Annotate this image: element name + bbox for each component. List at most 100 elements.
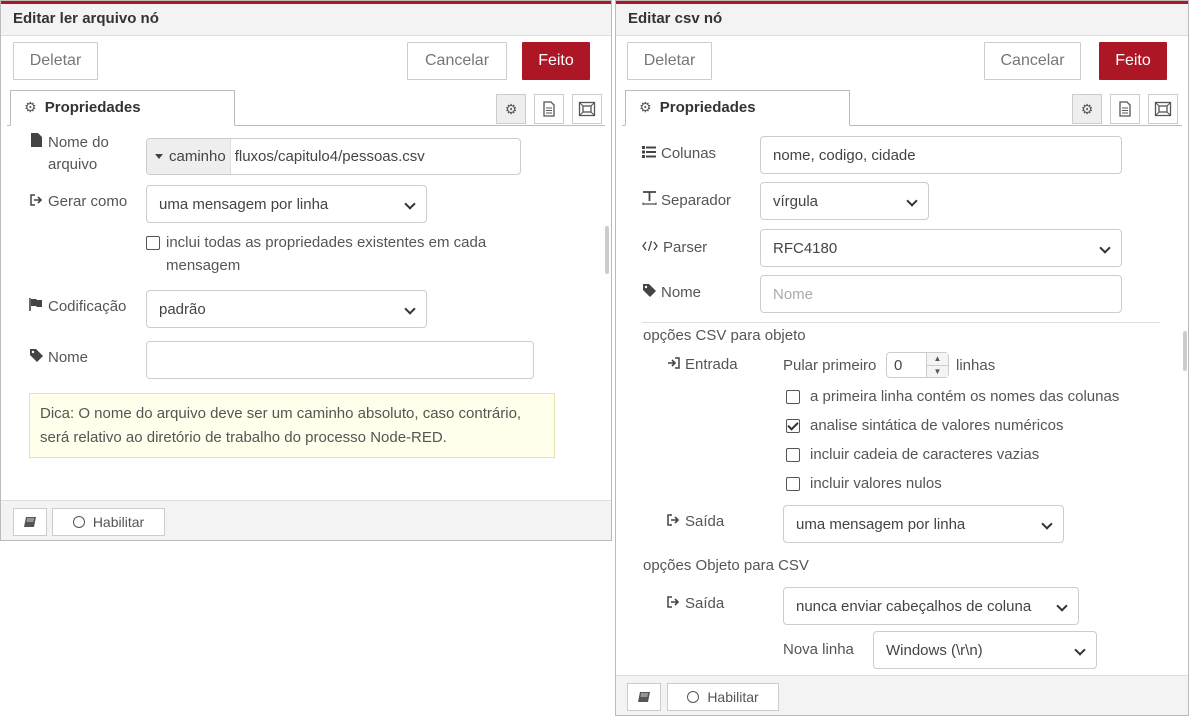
output2-select[interactable]: nunca enviar cabeçalhos de coluna (783, 587, 1079, 625)
circle-icon (72, 516, 85, 528)
lines-label: linhas (956, 357, 996, 374)
newline-select[interactable]: Windows (\r\n) (873, 631, 1097, 669)
parse-numbers-row[interactable]: analise sintática de valores numéricos (786, 414, 1063, 437)
output2-label: Saída (685, 595, 725, 612)
output2-label-row: Saída (666, 593, 724, 615)
filename-label-row: Nome do arquivo (29, 132, 139, 176)
output-select[interactable]: uma mensagem por linha (783, 505, 1064, 543)
flag-icon (29, 296, 43, 318)
filename-value[interactable]: fluxos/capitulo4/pessoas.csv (231, 148, 429, 165)
first-row-names-row[interactable]: a primeira linha contém os nomes das col… (786, 385, 1119, 408)
name-input[interactable] (146, 341, 534, 379)
parser-label-row: Parser (642, 237, 707, 259)
first-row-names-label: a primeira linha contém os nomes das col… (810, 388, 1120, 405)
output-label-row: Gerar como (29, 191, 127, 213)
skip-first-value[interactable]: 0 (894, 357, 902, 374)
include-props-checkbox-row[interactable]: inclui todas as propriedades existentes … (146, 231, 526, 277)
description-tab-icon[interactable] (534, 94, 564, 124)
caret-down-icon (155, 154, 163, 159)
csv-node-editor: Editar csv nó Deletar Cancelar Feito ⚙ P… (615, 0, 1189, 716)
done-button[interactable]: Feito (522, 42, 590, 80)
columns-input[interactable]: nome, codigo, cidade (760, 136, 1122, 174)
input-label: Entrada (685, 356, 738, 373)
spinner-down-icon[interactable]: ▼ (927, 365, 948, 377)
book-icon (24, 517, 36, 527)
include-props-checkbox[interactable] (146, 236, 160, 250)
editor-title: Editar ler arquivo nó (1, 4, 611, 36)
encoding-label: Codificação (48, 298, 127, 315)
help-book-button[interactable] (627, 683, 661, 711)
first-row-names-checkbox[interactable] (786, 390, 800, 404)
gear-icon: ⚙ (639, 99, 652, 115)
enable-toggle-button[interactable]: Habilitar (667, 683, 779, 711)
file-in-node-editor: Editar ler arquivo nó Deletar Cancelar F… (0, 0, 612, 541)
done-button[interactable]: Feito (1099, 42, 1167, 80)
help-book-button[interactable] (13, 508, 47, 536)
csv-to-object-heading: opções CSV para objeto (643, 327, 806, 344)
gear-icon: ⚙ (24, 99, 37, 115)
parse-numbers-label: analise sintática de valores numéricos (810, 417, 1064, 434)
parser-label: Parser (663, 239, 708, 256)
include-null-label: incluir valores nulos (810, 475, 942, 492)
output-select[interactable]: uma mensagem por linha (146, 185, 427, 223)
editor-title: Editar csv nó (616, 4, 1188, 36)
output-label: Saída (685, 513, 725, 530)
encoding-select[interactable]: padrão (146, 290, 427, 328)
skip-first-spinner[interactable]: 0 ▲ ▼ (886, 352, 949, 378)
cancel-button[interactable]: Cancelar (407, 42, 507, 80)
tab-properties[interactable]: ⚙ Propriedades (10, 90, 235, 126)
appearance-tab-icon[interactable] (1148, 94, 1178, 124)
name-input[interactable]: Nome (760, 275, 1122, 313)
tab-properties[interactable]: ⚙ Propriedades (625, 90, 850, 126)
tip-box: Dica: O nome do arquivo deve ser um cami… (29, 393, 555, 458)
tab-bar: ⚙ Propriedades ⚙ (622, 90, 1182, 126)
file-icon (29, 132, 43, 154)
cancel-button[interactable]: Cancelar (984, 42, 1081, 80)
tag-icon (29, 347, 43, 369)
separator-label-row: Separador (642, 190, 731, 212)
skip-first-label: Pular primeiro (783, 357, 877, 374)
name-label-row: Nome (642, 282, 701, 304)
spinner-up-icon[interactable]: ▲ (927, 353, 948, 366)
name-placeholder: Nome (773, 285, 814, 303)
filename-typed-input[interactable]: caminho fluxos/capitulo4/pessoas.csv (146, 138, 521, 175)
tab-properties-label: Propriedades (659, 99, 756, 116)
delete-button[interactable]: Deletar (13, 42, 98, 80)
enable-label: Habilitar (92, 514, 145, 530)
delete-button[interactable]: Deletar (627, 42, 712, 80)
editor-toolbar: Deletar Cancelar Feito (1, 42, 611, 82)
include-empty-checkbox[interactable] (786, 448, 800, 462)
sign-out-icon (29, 191, 43, 213)
scrollbar[interactable] (605, 226, 609, 274)
parse-numbers-checkbox[interactable] (786, 419, 800, 433)
include-empty-row[interactable]: incluir cadeia de caracteres vazias (786, 443, 1039, 466)
include-null-checkbox[interactable] (786, 477, 800, 491)
filename-label: Nome do arquivo (48, 134, 109, 173)
settings-tab-gear-icon[interactable]: ⚙ (496, 94, 526, 124)
tag-icon (642, 282, 656, 304)
appearance-tab-icon[interactable] (572, 94, 602, 124)
circle-icon (687, 691, 700, 703)
settings-tab-gear-icon[interactable]: ⚙ (1072, 94, 1102, 124)
object-to-csv-heading: opções Objeto para CSV (643, 557, 809, 574)
description-tab-icon[interactable] (1110, 94, 1140, 124)
sign-in-icon (666, 354, 680, 376)
parser-select[interactable]: RFC4180 (760, 229, 1122, 267)
enable-toggle-button[interactable]: Habilitar (52, 508, 165, 536)
sign-out-icon (666, 511, 680, 533)
scrollbar[interactable] (1183, 331, 1187, 371)
include-null-row[interactable]: incluir valores nulos (786, 472, 942, 495)
separator-select[interactable]: vírgula (760, 182, 929, 220)
output-label-row: Saída (666, 511, 724, 533)
enable-label: Habilitar (707, 689, 759, 705)
editor-toolbar: Deletar Cancelar Feito (616, 42, 1188, 82)
list-icon (642, 143, 656, 165)
filename-type-select[interactable]: caminho (147, 139, 231, 174)
editor-footer: Habilitar (616, 675, 1188, 715)
include-props-label: inclui todas as propriedades existentes … (166, 234, 487, 274)
name-label: Nome (661, 284, 702, 301)
text-width-icon (642, 190, 657, 212)
spinner-buttons: ▲ ▼ (926, 353, 948, 377)
include-empty-label: incluir cadeia de caracteres vazias (810, 446, 1040, 463)
sign-out-icon (666, 593, 680, 615)
